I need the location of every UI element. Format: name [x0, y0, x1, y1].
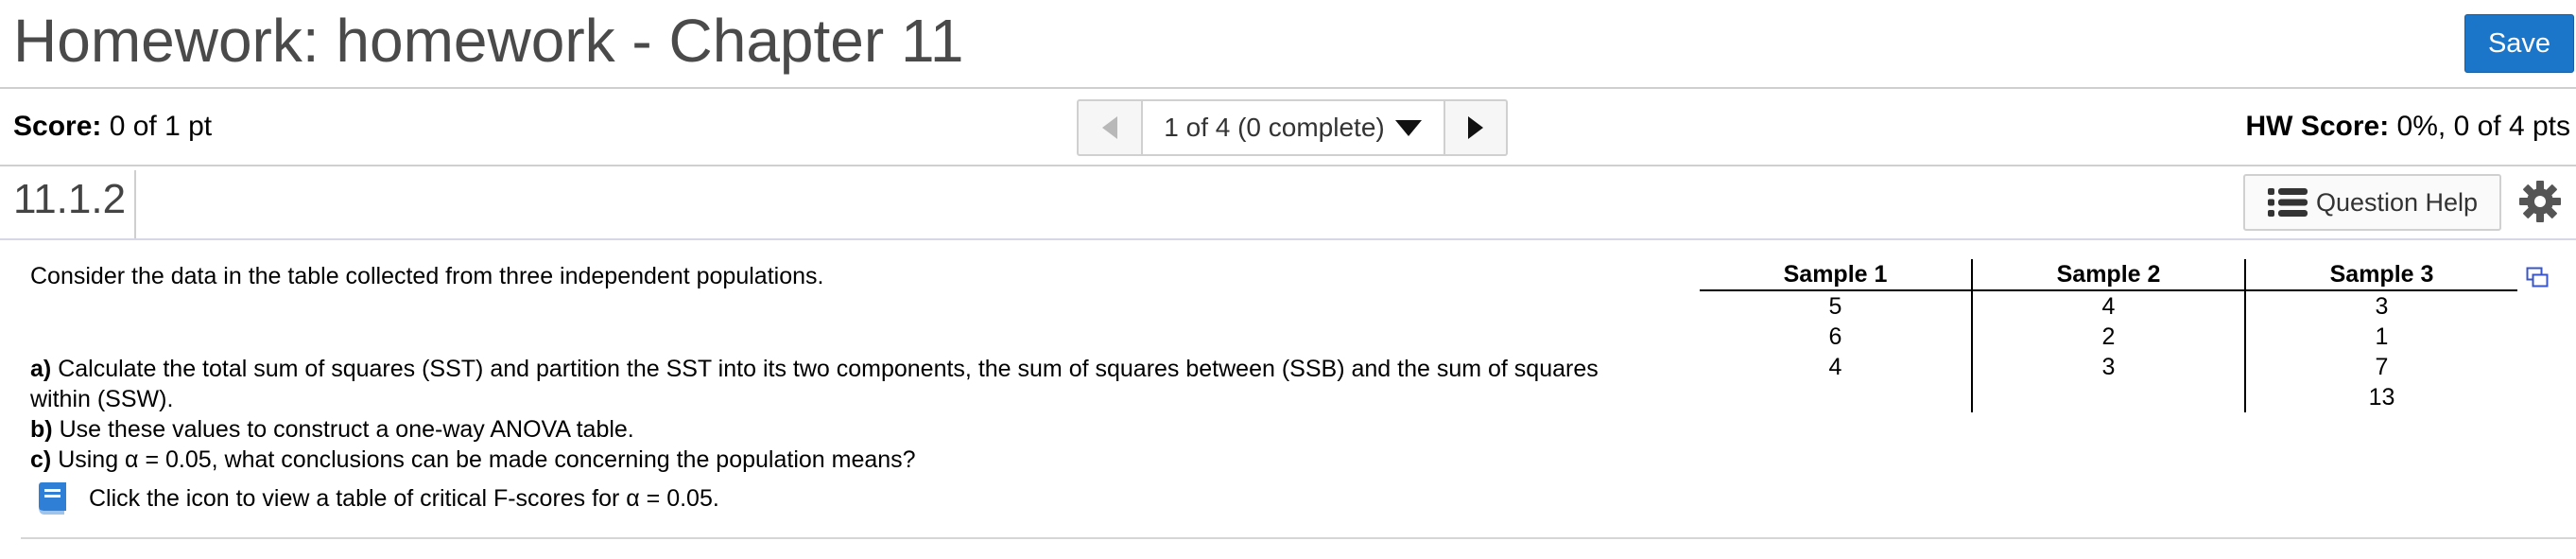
book-icon[interactable]	[32, 480, 70, 517]
question-navigator: 1 of 4 (0 complete)	[1077, 99, 1508, 156]
score-value: 0 of 1 pt	[109, 111, 213, 142]
hw-score-value: 0%, 0 of 4 pts	[2396, 111, 2570, 142]
table-cell: 4	[1971, 290, 2245, 322]
question-selector[interactable]: 1 of 4 (0 complete)	[1143, 101, 1445, 154]
question-help-label: Question Help	[2315, 187, 2479, 217]
part-b-label: b)	[30, 416, 53, 443]
hw-score-label: HW Score:	[2245, 111, 2390, 142]
part-a-label: a)	[30, 356, 52, 382]
score-divider	[0, 165, 2576, 166]
score-display: Score: 0 of 1 pt	[13, 111, 212, 143]
question-part-c: c) Using α = 0.05, what conclusions can …	[30, 445, 916, 475]
column-header: Sample 1	[1700, 259, 1972, 291]
question-id-divider	[134, 170, 136, 238]
table-row: 4 3 7	[1700, 352, 2517, 382]
part-c-text: Using α = 0.05, what conclusions can be …	[58, 446, 916, 473]
question-intro: Consider the data in the table collected…	[30, 263, 824, 289]
table-cell	[1700, 382, 1972, 412]
table-cell: 7	[2244, 352, 2517, 382]
header-divider	[0, 87, 2576, 89]
question-id: 11.1.2	[13, 176, 127, 222]
question-header-divider	[0, 238, 2576, 240]
f-table-link-row: Click the icon to view a table of critic…	[32, 480, 719, 517]
table-header-row: Sample 1 Sample 2 Sample 3	[1700, 259, 2517, 291]
table-cell: 5	[1828, 293, 1842, 320]
table-row: 5 4 3	[1700, 290, 2517, 322]
hw-score-display: HW Score: 0%, 0 of 4 pts	[2246, 111, 2570, 143]
question-position: 1 of 4 (0 complete)	[1164, 113, 1385, 142]
question-part-a: a) Calculate the total sum of squares (S…	[30, 354, 1637, 414]
chevron-down-icon	[1394, 120, 1422, 136]
chevron-right-icon	[1468, 116, 1483, 139]
save-button[interactable]: Save	[2464, 14, 2574, 73]
table-cell: 1	[2244, 322, 2517, 352]
table-cell: 13	[2244, 382, 2517, 412]
list-icon	[2267, 188, 2308, 217]
table-row: 13	[1700, 382, 2517, 412]
table-row: 6 2 1	[1700, 322, 2517, 352]
question-part-b: b) Use these values to construct a one-w…	[30, 414, 634, 445]
score-label: Score:	[13, 111, 102, 142]
next-question-button[interactable]	[1445, 101, 1506, 154]
column-header: Sample 2	[1971, 259, 2245, 291]
answer-divider	[21, 537, 2576, 539]
part-b-text: Use these values to construct a one-way …	[59, 416, 634, 443]
f-table-link-text: Click the icon to view a table of critic…	[89, 485, 719, 512]
page-title: Homework: homework - Chapter 11	[13, 7, 964, 75]
sample-data-table: Sample 1 Sample 2 Sample 3 5 4 3 6 2 1 4…	[1700, 259, 2517, 412]
previous-question-button[interactable]	[1079, 101, 1143, 154]
gear-icon[interactable]	[2518, 180, 2562, 223]
table-cell: 6	[1828, 323, 1842, 350]
part-c-label: c)	[30, 446, 52, 473]
part-a-text: Calculate the total sum of squares (SST)…	[30, 356, 1599, 412]
table-cell: 3	[1971, 352, 2245, 382]
table-cell: 2	[1971, 322, 2245, 352]
question-help-button[interactable]: Question Help	[2243, 174, 2501, 231]
column-header: Sample 3	[2244, 259, 2517, 291]
chevron-left-icon	[1102, 116, 1117, 139]
table-cell: 3	[2244, 290, 2517, 322]
expand-table-icon[interactable]	[2526, 267, 2549, 288]
table-cell: 4	[1828, 354, 1842, 380]
table-cell	[1971, 382, 2245, 412]
